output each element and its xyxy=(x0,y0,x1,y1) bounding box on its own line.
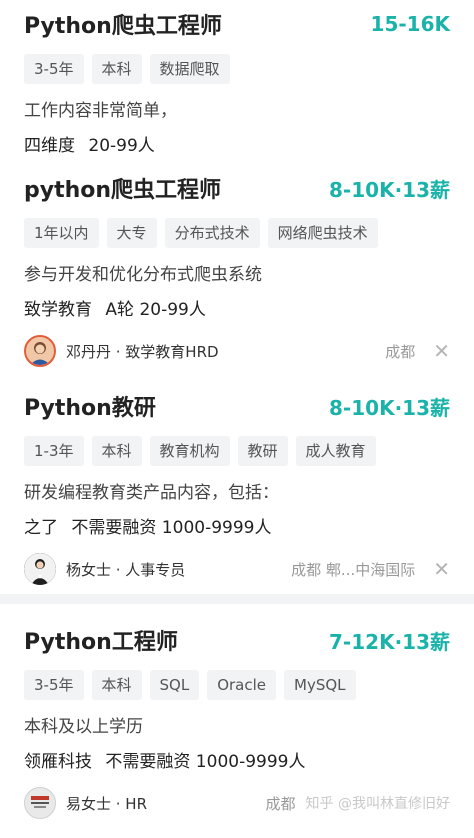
job-card[interactable]: python爬虫工程师 8-10K·13薪 1年以内 大专 分布式技术 网络爬虫… xyxy=(0,162,474,376)
job-tag: 大专 xyxy=(106,218,157,248)
job-tag: MySQL xyxy=(284,670,356,700)
job-title: Python教研 xyxy=(24,396,156,421)
company-line: 之了 不需要融资 1000-9999人 xyxy=(24,513,450,538)
job-title: Python工程师 xyxy=(24,630,178,655)
job-header: Python教研 8-10K·13薪 xyxy=(24,376,450,422)
job-header: Python爬虫工程师 15-16K xyxy=(24,0,450,40)
close-icon[interactable]: ✕ xyxy=(433,339,450,363)
job-tag: Oracle xyxy=(207,670,277,700)
company-info: 不需要融资 1000-9999人 xyxy=(105,752,306,772)
job-description: 研发编程教育类产品内容，包括： xyxy=(24,483,279,503)
job-tag: 本科 xyxy=(91,54,142,84)
job-salary: 7-12K·13薪 xyxy=(329,629,450,654)
job-tag: 分布式技术 xyxy=(164,218,260,248)
job-salary: 15-16K xyxy=(370,12,450,36)
job-title: Python爬虫工程师 xyxy=(24,14,222,39)
job-card[interactable]: Python爬虫工程师 15-16K 3-5年 本科 数据爬取 工作内容非常简单… xyxy=(0,0,474,162)
job-tags: 3-5年 本科 SQL Oracle MySQL xyxy=(24,670,450,700)
section-divider xyxy=(0,594,474,604)
recruiter-row[interactable]: 杨女士 · 人事专员 成都 郫...中海国际 ✕ xyxy=(24,552,450,586)
job-salary: 8-10K·13薪 xyxy=(329,395,450,420)
recruiter-name: 易女士 · HR xyxy=(66,794,148,813)
job-description: 工作内容非常简单， xyxy=(24,101,177,121)
recruiter-name: 邓丹丹 · 致学教育HRD xyxy=(66,342,219,361)
job-list: Python爬虫工程师 15-16K 3-5年 本科 数据爬取 工作内容非常简单… xyxy=(0,0,474,838)
company-line: 致学教育 A轮 20-99人 xyxy=(24,295,450,320)
close-icon[interactable]: ✕ xyxy=(433,557,450,581)
recruiter-meta: 成都 知乎 @我叫林直修旧好 xyxy=(266,793,450,814)
recruiter-meta: 成都 ✕ xyxy=(385,339,450,363)
person-avatar-icon xyxy=(24,335,56,367)
job-card[interactable]: Python工程师 7-12K·13薪 3-5年 本科 SQL Oracle M… xyxy=(0,604,474,838)
job-header: Python工程师 7-12K·13薪 xyxy=(24,604,450,656)
company-line: 领雁科技 不需要融资 1000-9999人 xyxy=(24,747,450,772)
recruiter-row[interactable]: 易女士 · HR 成都 知乎 @我叫林直修旧好 xyxy=(24,786,450,820)
recruiter-row[interactable]: 邓丹丹 · 致学教育HRD 成都 ✕ xyxy=(24,334,450,368)
job-location: 成都 xyxy=(385,342,416,361)
job-tag: 成人教育 xyxy=(295,436,376,466)
job-tag: 1-3年 xyxy=(24,436,84,466)
job-tag: 3-5年 xyxy=(24,54,84,84)
company-info: 20-99人 xyxy=(88,136,155,156)
job-tag: 教育机构 xyxy=(149,436,230,466)
job-tag: 网络爬虫技术 xyxy=(267,218,378,248)
job-title: python爬虫工程师 xyxy=(24,178,222,203)
company-name: 致学教育 xyxy=(24,300,92,320)
job-tag: 教研 xyxy=(237,436,288,466)
job-description: 参与开发和优化分布式爬虫系统 xyxy=(24,265,262,285)
watermark-text: 知乎 @我叫林直修旧好 xyxy=(305,796,450,812)
job-location: 成都 xyxy=(265,794,296,813)
job-tags: 1年以内 大专 分布式技术 网络爬虫技术 xyxy=(24,218,450,248)
company-info: 不需要融资 1000-9999人 xyxy=(71,518,272,538)
job-tag: 本科 xyxy=(91,436,142,466)
person-avatar-icon xyxy=(24,553,56,585)
recruiter-name: 杨女士 · 人事专员 xyxy=(66,560,186,579)
job-tag: 3-5年 xyxy=(24,670,84,700)
company-logo-icon xyxy=(24,787,56,819)
company-name: 领雁科技 xyxy=(24,752,92,772)
job-tags: 3-5年 本科 数据爬取 xyxy=(24,54,450,84)
job-header: python爬虫工程师 8-10K·13薪 xyxy=(24,162,450,204)
job-location: 成都 郫...中海国际 xyxy=(291,560,416,579)
company-info: A轮 20-99人 xyxy=(105,300,206,320)
job-tags: 1-3年 本科 教育机构 教研 成人教育 xyxy=(24,436,450,466)
company-name: 之了 xyxy=(24,518,58,538)
job-salary: 8-10K·13薪 xyxy=(329,177,450,202)
job-tag: 1年以内 xyxy=(24,218,99,248)
job-tag: 数据爬取 xyxy=(149,54,230,84)
job-tag: 本科 xyxy=(91,670,142,700)
recruiter-meta: 成都 郫...中海国际 ✕ xyxy=(291,557,450,581)
company-name: 四维度 xyxy=(24,136,75,156)
job-tag: SQL xyxy=(149,670,200,700)
job-card[interactable]: Python教研 8-10K·13薪 1-3年 本科 教育机构 教研 成人教育 … xyxy=(0,376,474,594)
job-description: 本科及以上学历 xyxy=(24,717,143,737)
company-line: 四维度 20-99人 xyxy=(24,131,450,156)
